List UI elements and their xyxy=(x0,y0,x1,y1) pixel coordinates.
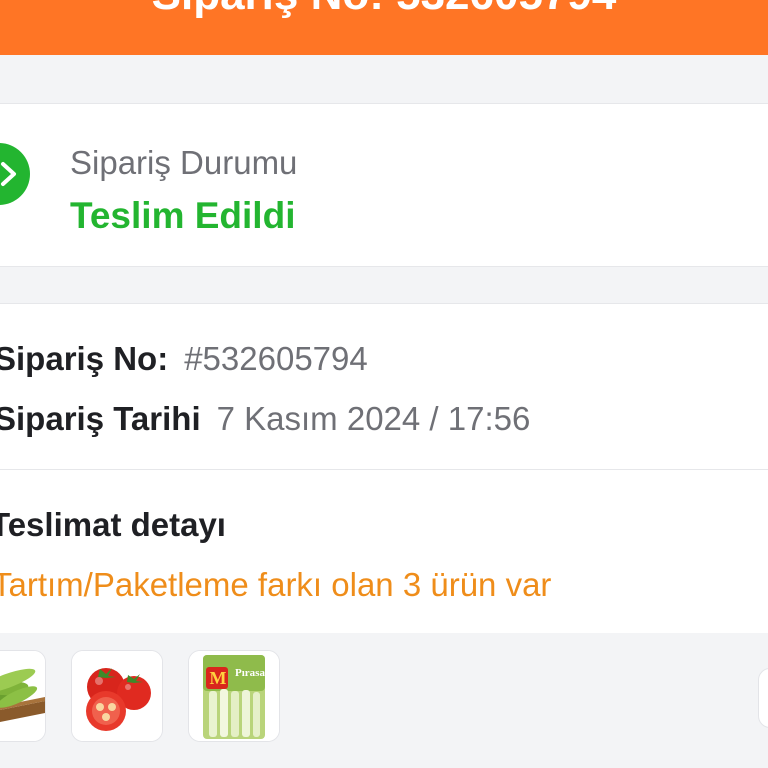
order-number-row: Sipariş No: #532605794 xyxy=(0,340,368,378)
delivery-detail-card[interactable]: Teslimat detayı Tartım/Paketleme farkı o… xyxy=(0,469,768,633)
delivery-detail-title: Teslimat detayı xyxy=(0,506,226,543)
leek-brand-logo: M xyxy=(209,668,227,688)
order-status-card: Sipariş Durumu Teslim Edildi xyxy=(0,103,768,267)
leek-package-label: Pırasa xyxy=(235,667,265,679)
status-label: Sipariş Durumu xyxy=(70,144,298,181)
product-thumbnail-green-beans[interactable] xyxy=(0,650,46,742)
header-title: Sipariş No: 532605794 xyxy=(0,0,768,20)
order-info-card: Sipariş No: #532605794 Sipariş Tarihi 7 Ka… xyxy=(0,303,768,470)
product-thumbnail-tomatoes[interactable] xyxy=(71,650,163,742)
order-date-row: Sipariş Tarihi 7 Kasım 2024 / 17:56 xyxy=(0,400,530,438)
order-detail-page: Sipariş No: 532605794 Sipariş Durumu Tes… xyxy=(0,0,768,768)
green-beans-image xyxy=(0,651,45,741)
check-circle-icon xyxy=(0,143,30,205)
product-thumbnail-leek[interactable]: M Pırasa xyxy=(188,650,280,742)
tomato-image xyxy=(72,651,162,741)
order-date-value: 7 Kasım 2024 / 17:56 xyxy=(216,400,531,437)
order-number-label: Sipariş No: xyxy=(0,340,169,377)
order-date-label: Sipariş Tarihi xyxy=(0,400,201,437)
chevron-right-icon xyxy=(1,162,16,186)
status-value: Teslim Edildi xyxy=(70,195,296,236)
leek-package-image xyxy=(189,651,279,741)
order-number-value: #532605794 xyxy=(184,340,368,377)
header-bar: Sipariş No: 532605794 xyxy=(0,0,768,55)
weight-difference-warning: Tartım/Paketleme farkı olan 3 ürün var xyxy=(0,566,552,603)
more-products-button[interactable] xyxy=(758,668,768,728)
